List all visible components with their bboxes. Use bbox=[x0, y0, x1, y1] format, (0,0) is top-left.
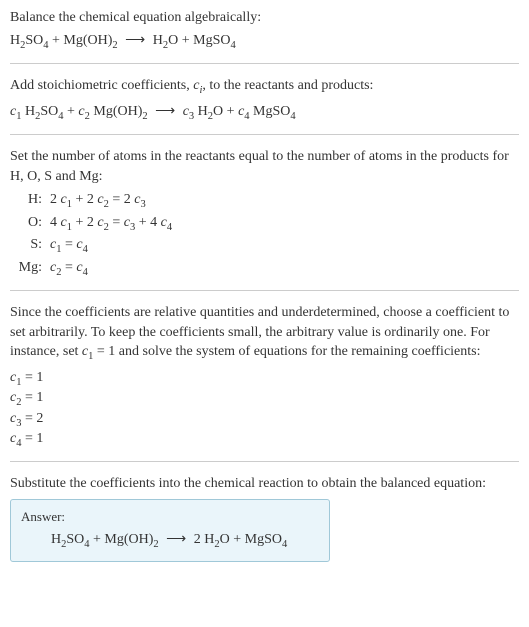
element-equation: 4 c1 + 2 c2 = c3 + 4 c4 bbox=[50, 213, 172, 235]
element-equation: c2 = c4 bbox=[50, 258, 88, 280]
element-equation: c1 = c4 bbox=[50, 235, 88, 257]
coeff-line: c1 = 1 bbox=[10, 369, 519, 389]
element-equation: 2 c1 + 2 c2 = 2 c3 bbox=[50, 190, 146, 212]
element-label: S: bbox=[14, 235, 42, 255]
section-coefficients: Add stoichiometric coefficients, ci, to … bbox=[10, 76, 519, 135]
coeff-equation: c1 H2SO4 + c2 Mg(OH)2 ⟶ c3 H2O + c4 MgSO… bbox=[10, 102, 519, 124]
element-balance-table: H: 2 c1 + 2 c2 = 2 c3 O: 4 c1 + 2 c2 = c… bbox=[14, 190, 519, 280]
section-atoms: Set the number of atoms in the reactants… bbox=[10, 147, 519, 291]
coeff-title: Add stoichiometric coefficients, ci, to … bbox=[10, 76, 519, 98]
coeff-line: c4 = 1 bbox=[10, 430, 519, 450]
atoms-title: Set the number of atoms in the reactants… bbox=[10, 147, 519, 186]
balanced-equation: H2SO4 + Mg(OH)2 ⟶ 2 H2O + MgSO4 bbox=[51, 530, 319, 552]
answer-label: Answer: bbox=[21, 508, 319, 526]
solve-title: Since the coefficients are relative quan… bbox=[10, 303, 519, 365]
table-row: S: c1 = c4 bbox=[14, 235, 519, 257]
coeff-line: c3 = 2 bbox=[10, 410, 519, 430]
problem-title: Balance the chemical equation algebraica… bbox=[10, 8, 519, 28]
coefficient-solution: c1 = 1 c2 = 1 c3 = 2 c4 = 1 bbox=[10, 369, 519, 451]
element-label: O: bbox=[14, 213, 42, 233]
section-answer: Substitute the coefficients into the che… bbox=[10, 474, 519, 562]
element-label: H: bbox=[14, 190, 42, 210]
table-row: O: 4 c1 + 2 c2 = c3 + 4 c4 bbox=[14, 213, 519, 235]
answer-box: Answer: H2SO4 + Mg(OH)2 ⟶ 2 H2O + MgSO4 bbox=[10, 499, 330, 562]
element-label: Mg: bbox=[14, 258, 42, 278]
section-solve: Since the coefficients are relative quan… bbox=[10, 303, 519, 461]
table-row: Mg: c2 = c4 bbox=[14, 258, 519, 280]
coeff-line: c2 = 1 bbox=[10, 389, 519, 409]
section-problem: Balance the chemical equation algebraica… bbox=[10, 8, 519, 64]
answer-title: Substitute the coefficients into the che… bbox=[10, 474, 519, 494]
unbalanced-equation: H2SO4 + Mg(OH)2 ⟶ H2O + MgSO4 bbox=[10, 31, 519, 53]
table-row: H: 2 c1 + 2 c2 = 2 c3 bbox=[14, 190, 519, 212]
